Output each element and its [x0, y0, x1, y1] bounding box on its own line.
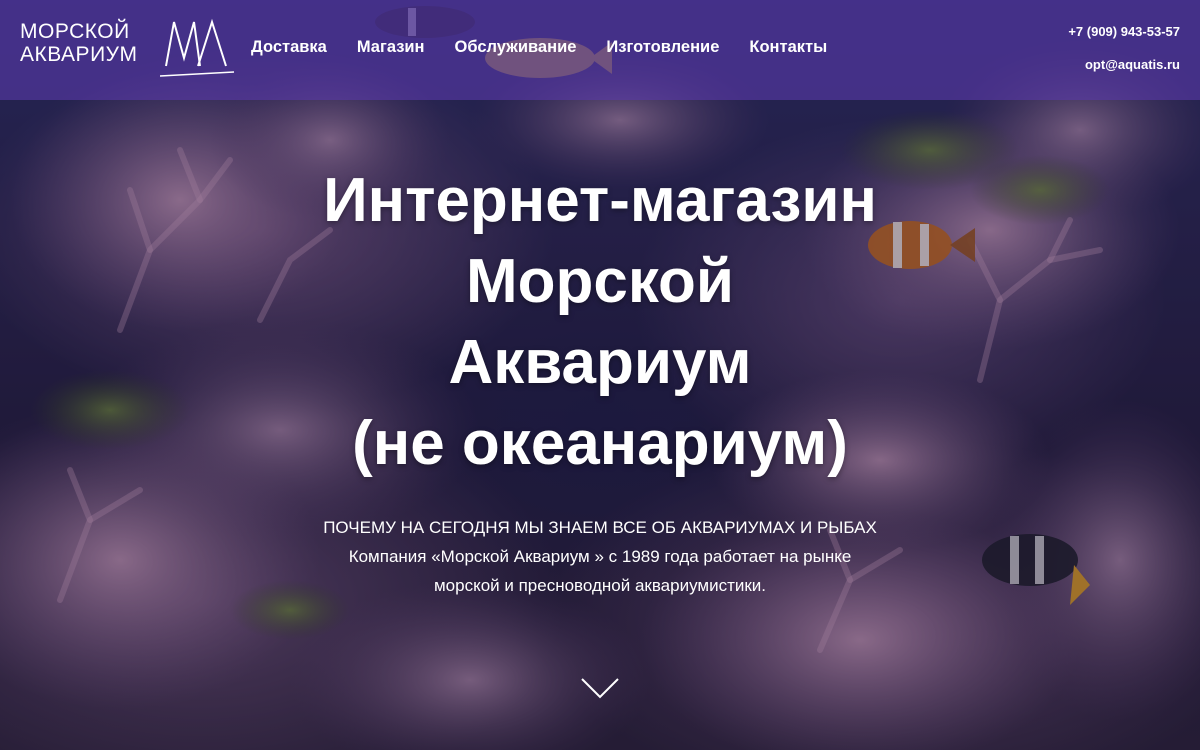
hero-subtitle-line: морской и пресноводной аквариумистики.: [433, 576, 767, 595]
main-nav: Доставка Магазин Обслуживание Изготовлен…: [251, 38, 857, 57]
hero-title-line: Морской: [465, 247, 735, 316]
site-header: МОРСКОЙ АКВАРИУМ Доставка Магазин Обслуж…: [0, 0, 1200, 100]
nav-item-delivery[interactable]: Доставка: [251, 38, 327, 57]
nav-item-service[interactable]: Обслуживание: [455, 38, 577, 57]
hero-title-line: Интернет-магазин: [323, 166, 877, 235]
hero-title-line: Аквариум: [448, 328, 752, 397]
logo-line-1: МОРСКОЙ: [20, 20, 130, 43]
email-link[interactable]: opt@aquatis.ru: [1068, 57, 1180, 72]
hero-subtitle: ПОЧЕМУ НА СЕГОДНЯ МЫ ЗНАЕМ ВСЕ ОБ АКВАРИ…: [200, 513, 1000, 600]
logo-monogram-icon: [160, 18, 235, 77]
nav-item-contacts[interactable]: Контакты: [749, 38, 827, 57]
hero-subtitle-heading: ПОЧЕМУ НА СЕГОДНЯ МЫ ЗНАЕМ ВСЕ ОБ АКВАРИ…: [323, 518, 877, 537]
logo-line-2: АКВАРИУМ: [20, 43, 138, 66]
nav-item-manufacturing[interactable]: Изготовление: [606, 38, 719, 57]
header-contacts: +7 (909) 943-53-57 opt@aquatis.ru: [1068, 24, 1180, 90]
hero-title: Интернет-магазин Морской Аквариум (не ок…: [150, 160, 1050, 484]
nav-item-shop[interactable]: Магазин: [357, 38, 425, 57]
hero-title-line: (не океанариум): [352, 409, 848, 478]
site-logo[interactable]: МОРСКОЙ АКВАРИУМ: [20, 14, 235, 84]
hero-subtitle-line: Компания «Морской Аквариум » с 1989 года…: [348, 547, 852, 566]
logo-wordmark: МОРСКОЙ АКВАРИУМ: [20, 20, 138, 66]
phone-link[interactable]: +7 (909) 943-53-57: [1068, 24, 1180, 39]
chevron-down-icon[interactable]: [580, 676, 620, 700]
hero-section: МОРСКОЙ АКВАРИУМ Доставка Магазин Обслуж…: [0, 0, 1200, 750]
